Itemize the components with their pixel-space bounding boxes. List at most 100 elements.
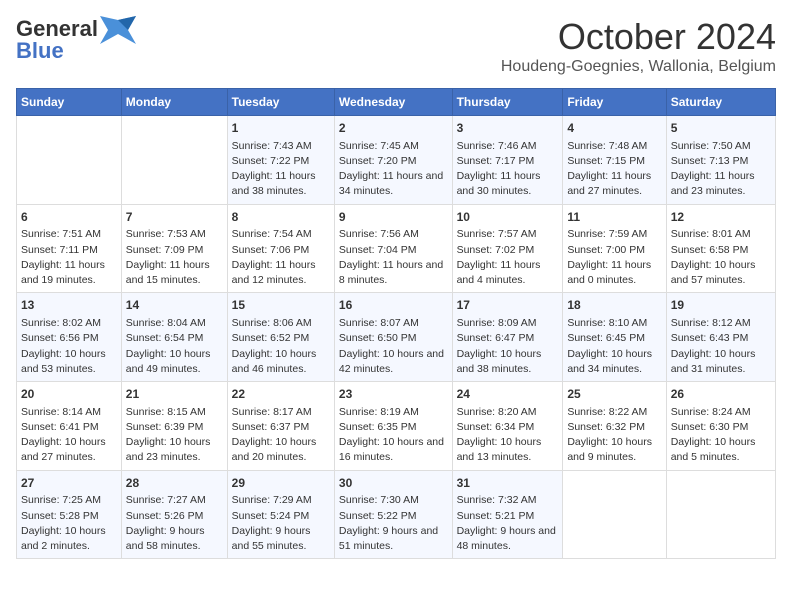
daylight-text: Daylight: 10 hours and 42 minutes. xyxy=(339,347,448,377)
sunrise-text: Sunrise: 8:15 AM xyxy=(126,405,223,420)
sunrise-text: Sunrise: 7:43 AM xyxy=(232,139,330,154)
cell-info: Sunrise: 7:54 AMSunset: 7:06 PMDaylight:… xyxy=(232,227,330,288)
sunset-text: Sunset: 6:50 PM xyxy=(339,331,448,346)
calendar-cell: 10Sunrise: 7:57 AMSunset: 7:02 PMDayligh… xyxy=(452,204,563,293)
calendar-cell: 8Sunrise: 7:54 AMSunset: 7:06 PMDaylight… xyxy=(227,204,334,293)
cell-info: Sunrise: 8:01 AMSunset: 6:58 PMDaylight:… xyxy=(671,227,771,288)
day-number: 31 xyxy=(457,475,559,492)
calendar-cell: 17 Sunrise: 8:09 AMSunset: 6:47 PMDayligh… xyxy=(452,293,563,382)
cell-info: Sunrise: 8:14 AMSunset: 6:41 PMDaylight:… xyxy=(21,405,117,466)
day-number: 24 xyxy=(457,386,559,403)
daylight-text: Daylight: 10 hours and 20 minutes. xyxy=(232,435,330,465)
sunset-text: Sunset: 5:22 PM xyxy=(339,509,448,524)
sunset-text: Sunset: 7:09 PM xyxy=(126,243,223,258)
sunset-text: Sunset: 6:52 PM xyxy=(232,331,330,346)
cell-info: Sunrise: 7:30 AMSunset: 5:22 PMDaylight:… xyxy=(339,493,448,554)
weekday-header: Sunday xyxy=(17,89,122,116)
sunrise-text: Sunrise: 7:29 AM xyxy=(232,493,330,508)
sunset-text: Sunset: 7:15 PM xyxy=(567,154,661,169)
sunrise-text: Sunrise: 7:50 AM xyxy=(671,139,771,154)
daylight-text: Daylight: 10 hours and 49 minutes. xyxy=(126,347,223,377)
calendar-cell: 16Sunrise: 8:07 AMSunset: 6:50 PMDayligh… xyxy=(334,293,452,382)
daylight-text: Daylight: 11 hours and 23 minutes. xyxy=(671,169,771,199)
cell-info: Sunrise: 7:51 AMSunset: 7:11 PMDaylight:… xyxy=(21,227,117,288)
cell-info: Sunrise: 7:46 AMSunset: 7:17 PMDaylight:… xyxy=(457,139,559,200)
day-number: 19 xyxy=(671,297,771,314)
daylight-text: Daylight: 10 hours and 57 minutes. xyxy=(671,258,771,288)
day-number: 20 xyxy=(21,386,117,403)
calendar-cell xyxy=(17,116,122,205)
calendar-cell: 9Sunrise: 7:56 AMSunset: 7:04 PMDaylight… xyxy=(334,204,452,293)
calendar-cell: 21Sunrise: 8:15 AMSunset: 6:39 PMDayligh… xyxy=(121,382,227,471)
sunrise-text: Sunrise: 7:32 AM xyxy=(457,493,559,508)
calendar-cell: 1Sunrise: 7:43 AMSunset: 7:22 PMDaylight… xyxy=(227,116,334,205)
calendar-cell: 25Sunrise: 8:22 AMSunset: 6:32 PMDayligh… xyxy=(563,382,666,471)
day-number: 14 xyxy=(126,297,223,314)
day-number: 8 xyxy=(232,209,330,226)
daylight-text: Daylight: 9 hours and 58 minutes. xyxy=(126,524,223,554)
sunrise-text: Sunrise: 7:27 AM xyxy=(126,493,223,508)
sunrise-text: Sunrise: 8:02 AM xyxy=(21,316,117,331)
daylight-text: Daylight: 11 hours and 12 minutes. xyxy=(232,258,330,288)
weekday-header-row: SundayMondayTuesdayWednesdayThursdayFrid… xyxy=(17,89,776,116)
cell-info: Sunrise: 8:09 AMSunset: 6:47 PMDaylight:… xyxy=(457,316,559,377)
day-number: 11 xyxy=(567,209,661,226)
calendar-cell: 18Sunrise: 8:10 AMSunset: 6:45 PMDayligh… xyxy=(563,293,666,382)
calendar-row: 27Sunrise: 7:25 AMSunset: 5:28 PMDayligh… xyxy=(17,470,776,559)
sunset-text: Sunset: 5:26 PM xyxy=(126,509,223,524)
calendar-cell: 19 Sunrise: 8:12 AMSunset: 6:43 PMDayligh… xyxy=(666,293,775,382)
calendar-cell: 28Sunrise: 7:27 AMSunset: 5:26 PMDayligh… xyxy=(121,470,227,559)
day-number: 18 xyxy=(567,297,661,314)
sunset-text: Sunset: 6:58 PM xyxy=(671,243,771,258)
daylight-text: Daylight: 10 hours and 9 minutes. xyxy=(567,435,661,465)
calendar-cell: 29Sunrise: 7:29 AMSunset: 5:24 PMDayligh… xyxy=(227,470,334,559)
cell-info: Sunrise: 7:53 AMSunset: 7:09 PMDaylight:… xyxy=(126,227,223,288)
sunset-text: Sunset: 6:45 PM xyxy=(567,331,661,346)
cell-info: Sunrise: 8:12 AMSunset: 6:43 PMDaylight:… xyxy=(671,316,771,377)
day-number: 13 xyxy=(21,297,117,314)
day-number: 17 xyxy=(457,297,559,314)
sunset-text: Sunset: 7:22 PM xyxy=(232,154,330,169)
day-number: 7 xyxy=(126,209,223,226)
day-number: 22 xyxy=(232,386,330,403)
sunset-text: Sunset: 7:06 PM xyxy=(232,243,330,258)
day-number: 2 xyxy=(339,120,448,137)
calendar-cell: 20 Sunrise: 8:14 AMSunset: 6:41 PMDayligh… xyxy=(17,382,122,471)
weekday-header: Wednesday xyxy=(334,89,452,116)
title-block: October 2024 Houdeng-Goegnies, Wallonia,… xyxy=(501,16,776,76)
calendar-cell: 2 Sunrise: 7:45 AMSunset: 7:20 PMDaylight… xyxy=(334,116,452,205)
day-number: 25 xyxy=(567,386,661,403)
sunset-text: Sunset: 7:11 PM xyxy=(21,243,117,258)
daylight-text: Daylight: 10 hours and 38 minutes. xyxy=(457,347,559,377)
daylight-text: Daylight: 10 hours and 53 minutes. xyxy=(21,347,117,377)
cell-info: Sunrise: 8:07 AMSunset: 6:50 PMDaylight:… xyxy=(339,316,448,377)
daylight-text: Daylight: 11 hours and 8 minutes. xyxy=(339,258,448,288)
calendar-cell xyxy=(666,470,775,559)
sunrise-text: Sunrise: 7:30 AM xyxy=(339,493,448,508)
cell-info: Sunrise: 7:50 AMSunset: 7:13 PMDaylight:… xyxy=(671,139,771,200)
sunrise-text: Sunrise: 7:46 AM xyxy=(457,139,559,154)
subtitle: Houdeng-Goegnies, Wallonia, Belgium xyxy=(501,58,776,76)
daylight-text: Daylight: 10 hours and 46 minutes. xyxy=(232,347,330,377)
calendar-cell: 7Sunrise: 7:53 AMSunset: 7:09 PMDaylight… xyxy=(121,204,227,293)
weekday-header: Friday xyxy=(563,89,666,116)
cell-info: Sunrise: 8:19 AMSunset: 6:35 PMDaylight:… xyxy=(339,405,448,466)
sunrise-text: Sunrise: 8:07 AM xyxy=(339,316,448,331)
sunrise-text: Sunrise: 8:17 AM xyxy=(232,405,330,420)
daylight-text: Daylight: 10 hours and 23 minutes. xyxy=(126,435,223,465)
sunrise-text: Sunrise: 8:22 AM xyxy=(567,405,661,420)
calendar-cell: 24Sunrise: 8:20 AMSunset: 6:34 PMDayligh… xyxy=(452,382,563,471)
calendar-cell: 31Sunrise: 7:32 AMSunset: 5:21 PMDayligh… xyxy=(452,470,563,559)
cell-info: Sunrise: 7:45 AMSunset: 7:20 PMDaylight:… xyxy=(339,139,448,200)
cell-info: Sunrise: 7:43 AMSunset: 7:22 PMDaylight:… xyxy=(232,139,330,200)
sunrise-text: Sunrise: 7:57 AM xyxy=(457,227,559,242)
sunrise-text: Sunrise: 8:10 AM xyxy=(567,316,661,331)
sunrise-text: Sunrise: 8:20 AM xyxy=(457,405,559,420)
main-title: October 2024 xyxy=(501,16,776,58)
sunset-text: Sunset: 6:43 PM xyxy=(671,331,771,346)
calendar-row: 6Sunrise: 7:51 AMSunset: 7:11 PMDaylight… xyxy=(17,204,776,293)
sunrise-text: Sunrise: 8:04 AM xyxy=(126,316,223,331)
daylight-text: Daylight: 9 hours and 51 minutes. xyxy=(339,524,448,554)
sunrise-text: Sunrise: 7:51 AM xyxy=(21,227,117,242)
daylight-text: Daylight: 11 hours and 38 minutes. xyxy=(232,169,330,199)
